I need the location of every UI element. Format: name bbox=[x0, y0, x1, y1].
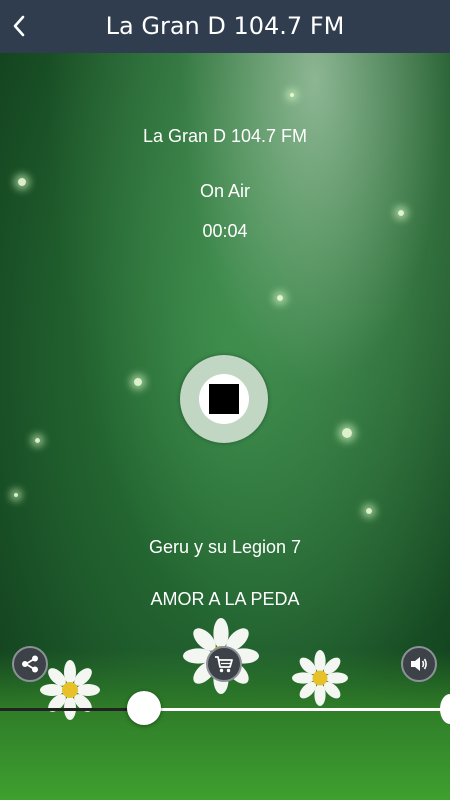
daisy-flower-image bbox=[40, 660, 100, 720]
volume-slider-track[interactable] bbox=[0, 708, 450, 711]
on-air-status: On Air bbox=[199, 181, 251, 201]
share-icon bbox=[22, 655, 38, 673]
stop-button-inner bbox=[199, 374, 249, 424]
artist-name: Geru y su Legion 7 bbox=[148, 537, 302, 557]
page-title: La Gran D 104.7 FM bbox=[105, 12, 345, 40]
daisy-flower-image bbox=[292, 650, 348, 706]
sparkle bbox=[366, 508, 372, 514]
volume-slider-thumb[interactable] bbox=[127, 691, 161, 725]
elapsed-time: 00:04 bbox=[202, 221, 248, 241]
volume-slider-fill bbox=[0, 708, 144, 711]
sparkle bbox=[14, 493, 18, 497]
speaker-volume-icon bbox=[411, 657, 427, 671]
stop-button[interactable] bbox=[180, 355, 268, 443]
song-title: AMOR A LA PEDA bbox=[150, 589, 300, 609]
sparkle bbox=[35, 438, 40, 443]
sparkle bbox=[398, 210, 404, 216]
sparkle bbox=[134, 378, 142, 386]
shop-cart-button[interactable] bbox=[206, 646, 242, 682]
stop-icon bbox=[209, 384, 239, 414]
navigation-bar: La Gran D 104.7 FM bbox=[0, 0, 450, 53]
player-screen: La Gran D 104.7 FM La Gran D 104.7 FM On… bbox=[0, 0, 450, 800]
shopping-cart-icon bbox=[215, 656, 233, 673]
station-name: La Gran D 104.7 FM bbox=[142, 126, 308, 146]
sparkle bbox=[277, 295, 283, 301]
sparkle bbox=[342, 428, 352, 438]
sparkle bbox=[290, 93, 294, 97]
volume-button[interactable] bbox=[401, 646, 437, 682]
share-button[interactable] bbox=[12, 646, 48, 682]
